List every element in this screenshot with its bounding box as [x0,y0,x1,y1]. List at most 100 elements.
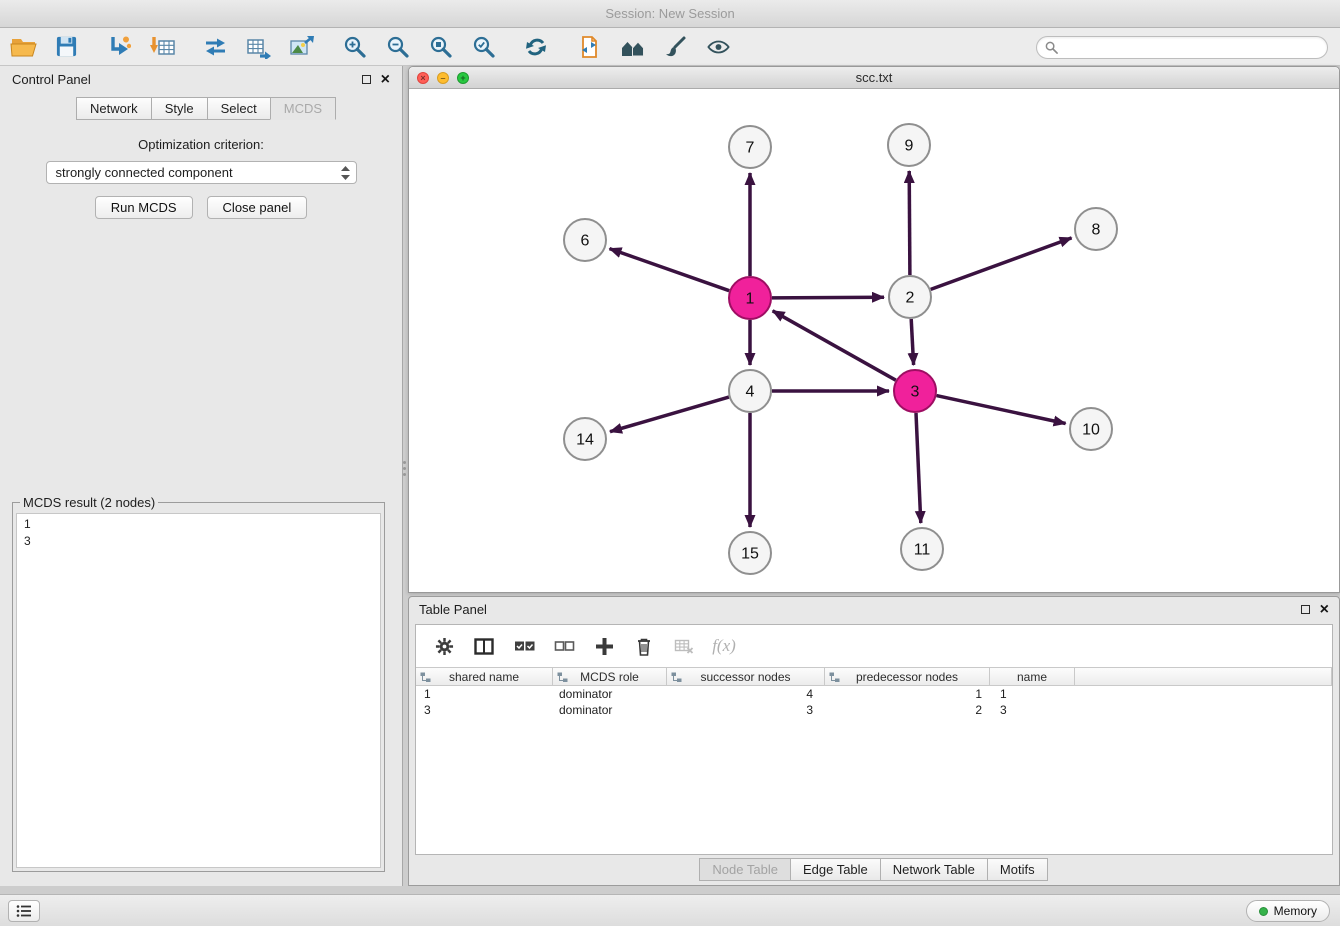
table-options-button[interactable] [433,635,455,657]
import-network-button[interactable] [104,31,134,63]
search-input[interactable] [1058,37,1327,58]
show-columns-button[interactable] [473,635,495,657]
close-panel-button-mcds[interactable]: Close panel [207,196,308,219]
graph-node-label: 11 [914,542,931,559]
column-header-shared-name[interactable]: shared name [416,668,553,685]
first-neighbors-button[interactable] [574,31,604,63]
graph-edge-3-1[interactable] [773,311,896,380]
graph-node-3[interactable]: 3 [894,370,936,412]
column-header-predecessor-nodes[interactable]: predecessor nodes [825,668,990,685]
run-mcds-button[interactable]: Run MCDS [95,196,193,219]
close-panel-button[interactable]: × [381,72,390,87]
edge-layer [610,171,1072,527]
deselect-all-columns-button[interactable] [553,635,575,657]
window-minimize-button[interactable]: – [437,72,449,84]
zoom-fit-button[interactable] [425,31,455,63]
export-table-button[interactable] [243,31,273,63]
tab-mcds[interactable]: MCDS [270,97,336,120]
graph-edge-4-14[interactable] [610,397,729,432]
cell-name[interactable]: 3 [990,702,1075,718]
graph-node-8[interactable]: 8 [1075,208,1117,250]
memory-button[interactable]: Memory [1246,900,1330,922]
graph-node-4[interactable]: 4 [729,370,771,412]
tab-motifs[interactable]: Motifs [987,858,1048,881]
cell-predecessor-nodes[interactable]: 2 [825,702,990,718]
cell-shared-name[interactable]: 1 [416,686,553,702]
graph-node-11[interactable]: 11 [901,528,943,570]
open-session-button[interactable] [8,31,38,63]
appearance-button[interactable] [660,31,690,63]
select-all-columns-button[interactable] [513,635,535,657]
delete-column-button[interactable] [633,635,655,657]
window-close-button[interactable]: × [417,72,429,84]
import-table-button[interactable] [147,31,177,63]
cell-name[interactable]: 1 [990,686,1075,702]
tab-select[interactable]: Select [207,97,271,120]
column-header-name[interactable]: name [990,668,1075,685]
zoom-out-button[interactable] [382,31,412,63]
function-builder-button[interactable]: f(x) [713,635,735,657]
optimization-criterion-label: Optimization criterion: [0,137,402,152]
panel-divider-grip[interactable] [402,455,407,481]
task-history-button[interactable] [8,900,40,922]
float-table-panel-button[interactable] [1301,602,1310,617]
export-image-button[interactable] [286,31,316,63]
graph-node-7[interactable]: 7 [729,126,771,168]
graph-edge-1-2[interactable] [772,297,884,298]
graph-node-10[interactable]: 10 [1070,408,1112,450]
zoom-in-button[interactable] [339,31,369,63]
graph-edge-2-8[interactable] [931,238,1072,290]
selected-option-text: strongly connected component [56,165,341,180]
graph-edge-1-6[interactable] [610,249,730,291]
new-network-view-button[interactable] [200,31,230,63]
cell-successor-nodes[interactable]: 3 [667,702,825,718]
create-column-button[interactable] [593,635,615,657]
cell-predecessor-nodes[interactable]: 1 [825,686,990,702]
network-canvas[interactable]: 7 9 6 8 1 2 4 3 14 10 15 11 [409,89,1339,592]
graph-edge-3-10[interactable] [937,396,1066,424]
table-row[interactable]: 1 dominator 4 1 1 [416,686,1332,702]
float-icon [362,75,371,84]
cell-filler [1075,686,1332,702]
memory-label: Memory [1274,904,1317,918]
graph-node-15[interactable]: 15 [729,532,771,574]
cell-mcds-role[interactable]: dominator [553,686,667,702]
cell-mcds-role[interactable]: dominator [553,702,667,718]
column-header-successor-nodes[interactable]: successor nodes [667,668,825,685]
graph-edge-2-9[interactable] [909,171,910,275]
graph-node-14[interactable]: 14 [564,418,606,460]
tab-network-table[interactable]: Network Table [880,858,988,881]
zoom-selected-button[interactable] [468,31,498,63]
delete-table-button[interactable] [673,635,695,657]
close-icon: × [381,71,390,88]
window-zoom-button[interactable]: + [457,72,469,84]
save-session-button[interactable] [51,31,81,63]
table-panel-header: Table Panel × [409,597,1339,622]
export-table-icon [246,35,271,59]
graph-edge-3-11[interactable] [916,413,921,523]
tab-network[interactable]: Network [76,97,152,120]
show-hide-graphics-button[interactable] [703,31,733,63]
search-box[interactable] [1036,36,1328,59]
graph-node-2[interactable]: 2 [889,276,931,318]
close-table-panel-button[interactable]: × [1320,602,1329,617]
tab-node-table[interactable]: Node Table [699,858,791,881]
status-bar: Memory [0,894,1340,926]
tab-style[interactable]: Style [151,97,208,120]
mcds-result-textarea[interactable]: 1 3 [16,513,381,868]
float-panel-button[interactable] [362,72,371,87]
column-header-mcds-role[interactable]: MCDS role [553,668,667,685]
memory-status-dot [1259,907,1268,916]
tab-edge-table[interactable]: Edge Table [790,858,881,881]
show-all-views-button[interactable] [617,31,647,63]
graph-node-6[interactable]: 6 [564,219,606,261]
optimization-criterion-select[interactable]: strongly connected component [46,161,357,184]
apply-layout-button[interactable] [521,31,551,63]
cell-shared-name[interactable]: 3 [416,702,553,718]
network-window-titlebar[interactable]: × – + scc.txt [409,67,1339,89]
table-row[interactable]: 3 dominator 3 2 3 [416,702,1332,718]
cell-successor-nodes[interactable]: 4 [667,686,825,702]
graph-edge-2-3[interactable] [911,319,913,365]
graph-node-9[interactable]: 9 [888,124,930,166]
graph-node-1[interactable]: 1 [729,277,771,319]
